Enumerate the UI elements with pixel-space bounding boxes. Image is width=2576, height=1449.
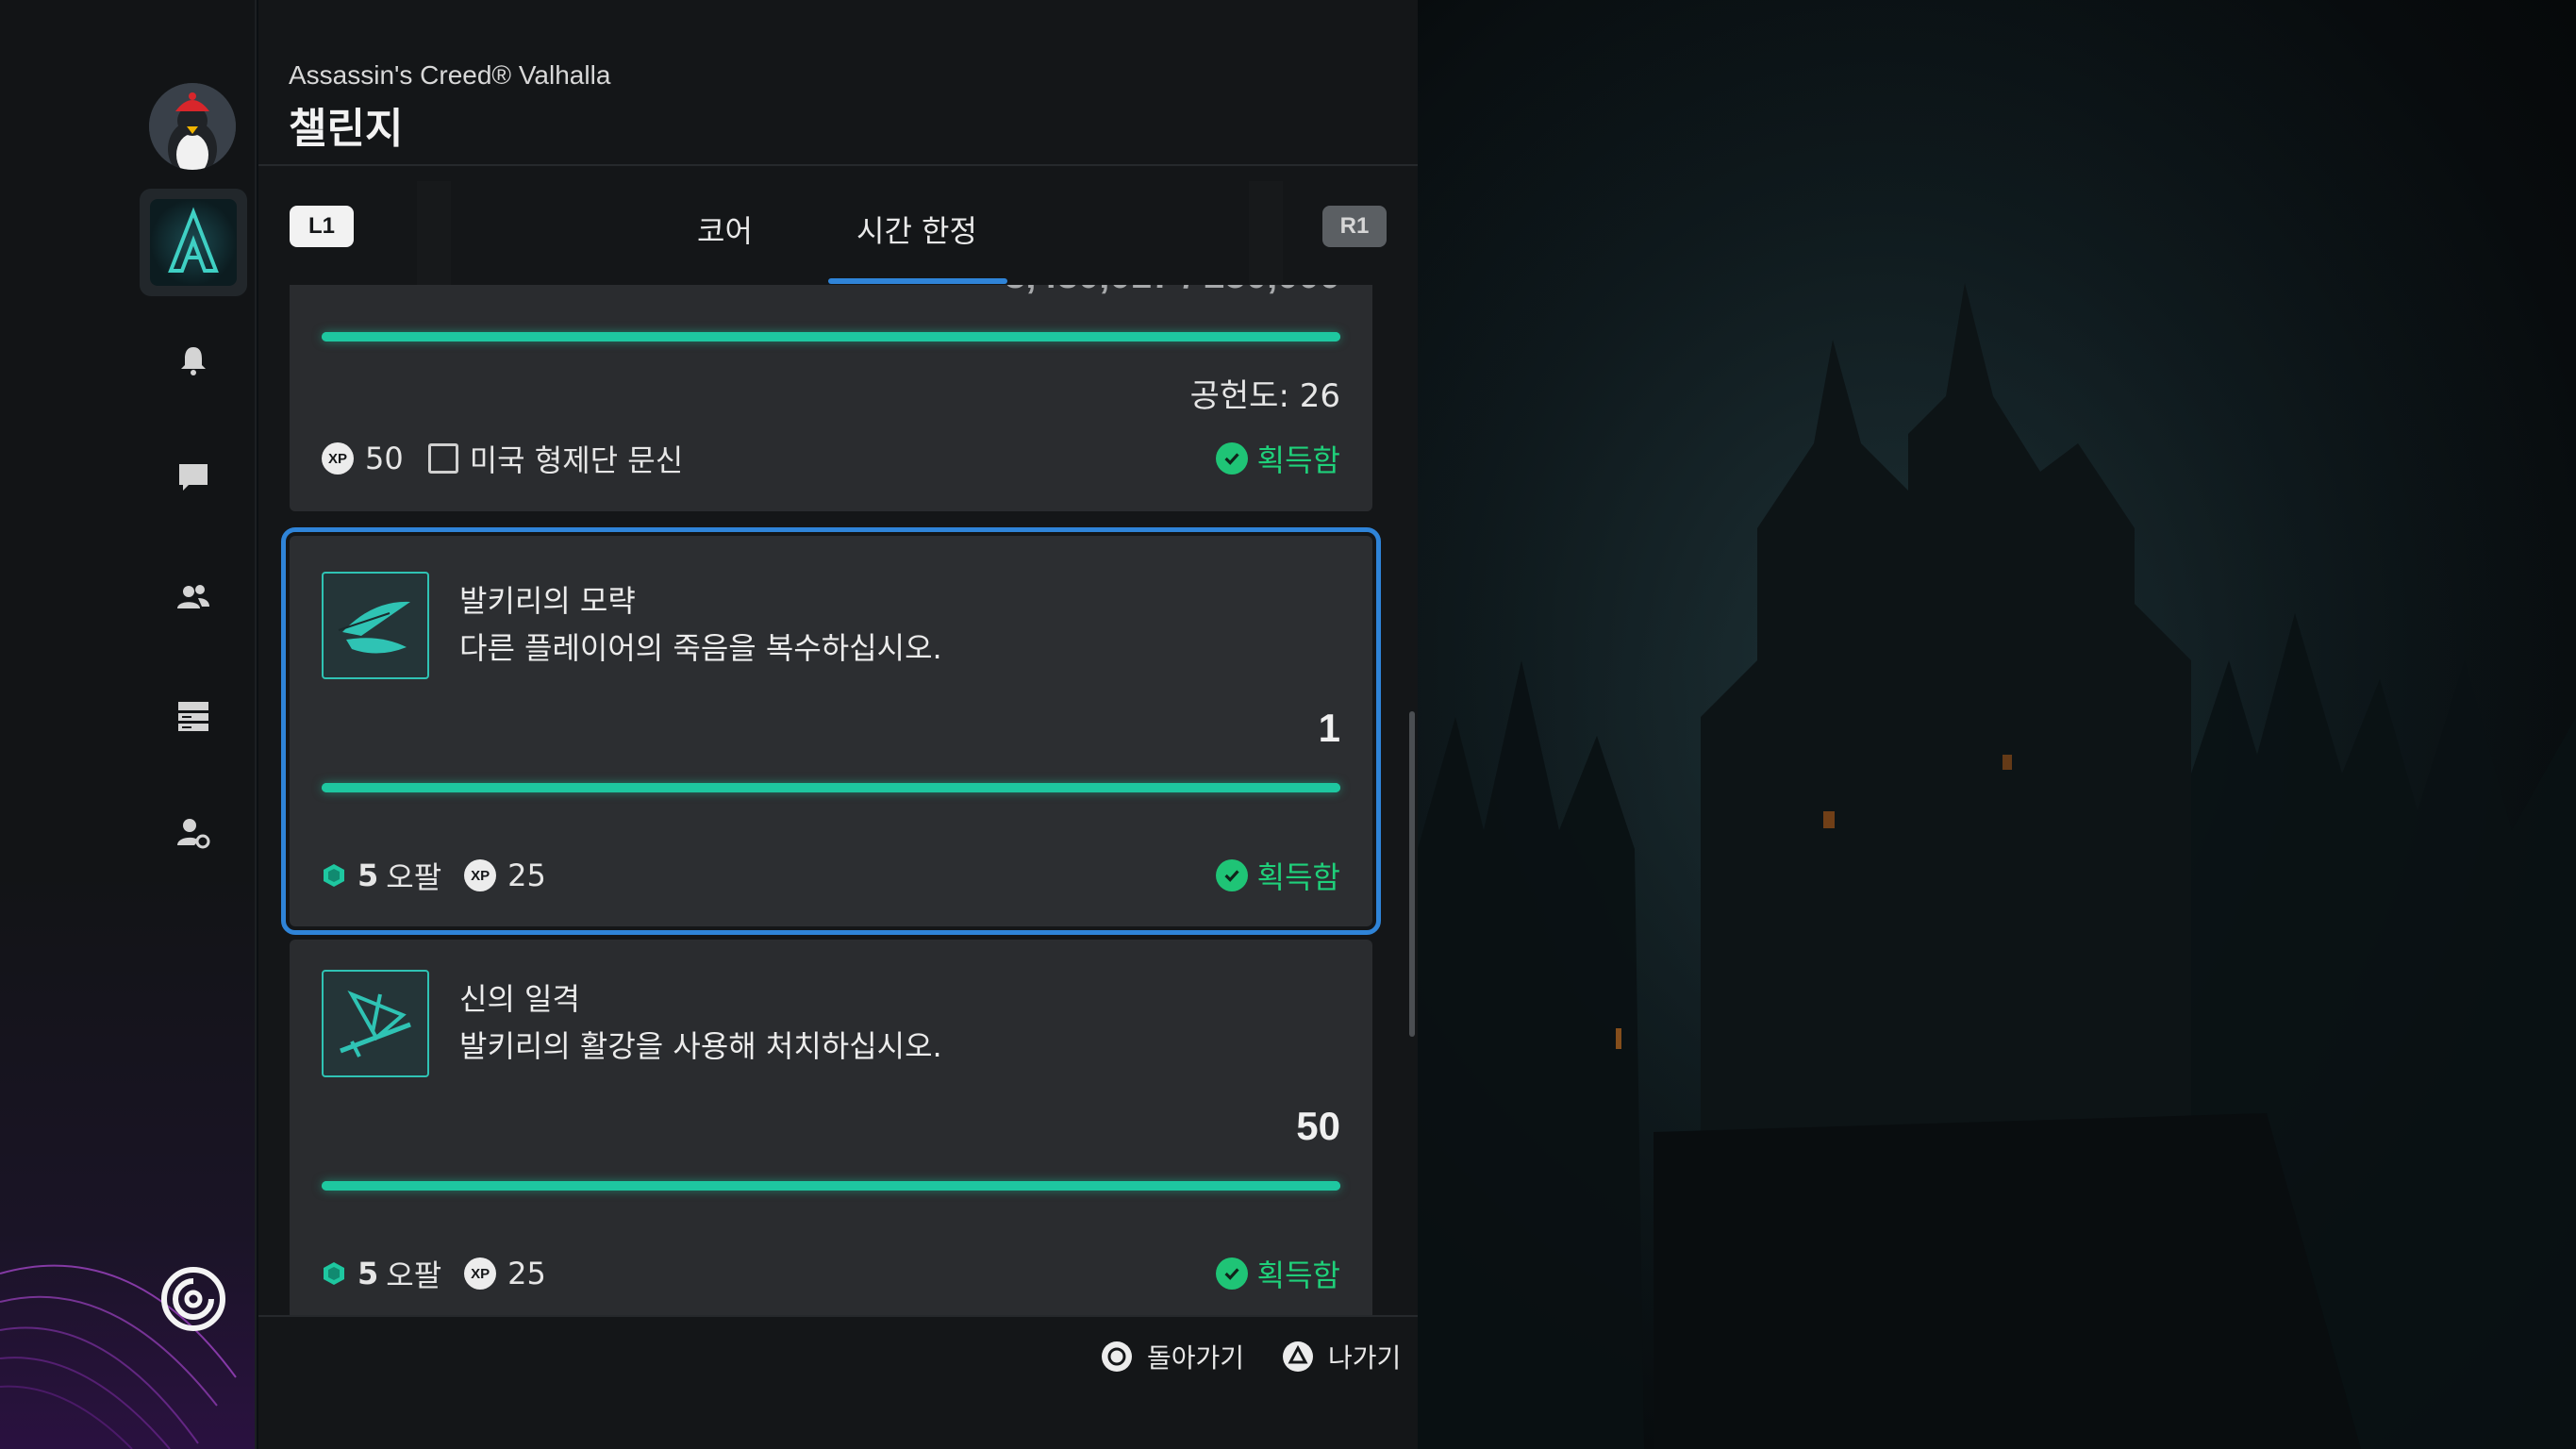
challenge-name: 발키리의 모략 <box>459 583 636 619</box>
tab-limited-time[interactable]: 시간 한정 <box>856 208 977 251</box>
opal-icon <box>324 864 344 887</box>
reward-row: 5 오팔 XP 25 <box>322 855 546 896</box>
game-title: Assassin's Creed® Valhalla <box>289 60 611 90</box>
progress-bar <box>322 783 1340 792</box>
opal-label: 오팔 <box>386 1257 442 1293</box>
checkmark-icon <box>1215 442 1248 475</box>
account-settings-icon[interactable] <box>174 813 213 853</box>
chat-icon[interactable] <box>174 457 213 496</box>
challenges-panel: Assassin's Creed® Valhalla 챌린지 L1 코어 시간 … <box>258 0 1418 1449</box>
circle-button-icon <box>1102 1341 1132 1372</box>
challenge-card-selected[interactable]: 발키리의 모략 다른 플레이어의 죽음을 복수하십시오. 1 5 오팔 XP 2… <box>281 527 1381 935</box>
footer-hints: 돌아가기 나가기 <box>258 1315 1418 1449</box>
bell-icon[interactable] <box>174 340 213 379</box>
opal-amount: 5 <box>357 1256 379 1291</box>
challenge-card[interactable]: 3,480,017 / 250,000 공헌도: 26 XP 50 미국 형제단… <box>290 285 1372 511</box>
ubisoft-logo-icon <box>158 1264 228 1334</box>
xp-amount: 50 <box>365 441 404 476</box>
checkmark-icon <box>1215 1257 1248 1290</box>
status-label: 획득함 <box>1256 442 1340 478</box>
tab-divider <box>417 181 451 285</box>
opal-amount: 5 <box>357 858 379 893</box>
progress-bar <box>322 1181 1340 1191</box>
challenge-description: 발키리의 활강을 사용해 처치하십시오. <box>459 1028 942 1064</box>
assassins-creed-icon <box>168 207 219 273</box>
xp-amount: 25 <box>507 858 546 893</box>
status-label: 획득함 <box>1256 1257 1340 1293</box>
obtained-status: 획득함 <box>1215 438 1340 479</box>
l1-button[interactable]: L1 <box>290 206 354 247</box>
back-label: 돌아가기 <box>1147 1342 1245 1374</box>
opal-icon <box>324 1262 344 1285</box>
xp-icon: XP <box>322 442 354 475</box>
scrollbar[interactable] <box>1409 711 1415 1037</box>
xp-icon: XP <box>464 1257 497 1290</box>
reward-row: 5 오팔 XP 25 <box>322 1253 546 1294</box>
progress-fill <box>322 783 1340 792</box>
opal-label: 오팔 <box>386 859 442 895</box>
page-title: 챌린지 <box>289 105 404 153</box>
progress-bar <box>322 332 1340 341</box>
exit-label: 나가기 <box>1328 1342 1402 1374</box>
status-label: 획득함 <box>1256 859 1340 895</box>
tab-divider <box>1249 181 1283 285</box>
friends-icon[interactable] <box>174 577 213 617</box>
xp-amount: 25 <box>507 1256 546 1291</box>
challenge-list[interactable]: 3,480,017 / 250,000 공헌도: 26 XP 50 미국 형제단… <box>258 285 1418 1315</box>
checkmark-icon <box>1215 859 1248 891</box>
side-navigation-rail <box>0 0 257 1449</box>
triangle-button-icon <box>1283 1341 1313 1372</box>
challenge-count: 1 <box>1318 706 1340 750</box>
panel-header: Assassin's Creed® Valhalla 챌린지 <box>258 0 1418 166</box>
r1-button[interactable]: R1 <box>1322 206 1387 247</box>
progress-fill <box>322 332 1340 341</box>
challenge-description: 다른 플레이어의 죽음을 복수하십시오. <box>459 630 942 666</box>
dive-attack-icon <box>322 970 429 1077</box>
reward-item-name: 미국 형제단 문신 <box>469 442 684 478</box>
contribution-text: 공헌도: 26 <box>1189 377 1340 415</box>
community-progress-value: 3,480,017 / 250,000 <box>1005 285 1340 297</box>
challenge-card[interactable]: 신의 일격 발키리의 활강을 사용해 처치하십시오. 50 5 오팔 XP 25… <box>290 940 1372 1315</box>
xp-icon: XP <box>464 859 497 891</box>
inventory-icon[interactable] <box>174 696 213 736</box>
tab-core[interactable]: 코어 <box>697 208 753 251</box>
reward-row: XP 50 미국 형제단 문신 <box>322 438 683 479</box>
exit-hint[interactable]: 나가기 <box>1281 1334 1401 1379</box>
user-avatar[interactable] <box>149 83 236 170</box>
cosmetic-item-icon <box>427 443 458 474</box>
back-hint[interactable]: 돌아가기 <box>1100 1334 1244 1379</box>
challenge-count: 50 <box>1296 1104 1340 1148</box>
progress-fill <box>322 1181 1340 1191</box>
tab-bar: L1 코어 시간 한정 R1 <box>258 168 1418 285</box>
active-tab-indicator <box>828 278 1007 284</box>
background-artwork <box>1418 0 2576 1449</box>
obtained-status: 획득함 <box>1215 1253 1340 1294</box>
obtained-status: 획득함 <box>1215 855 1340 896</box>
game-tile-assassins-creed[interactable] <box>140 189 247 296</box>
challenge-name: 신의 일격 <box>459 981 580 1017</box>
feather-icon <box>322 572 429 679</box>
